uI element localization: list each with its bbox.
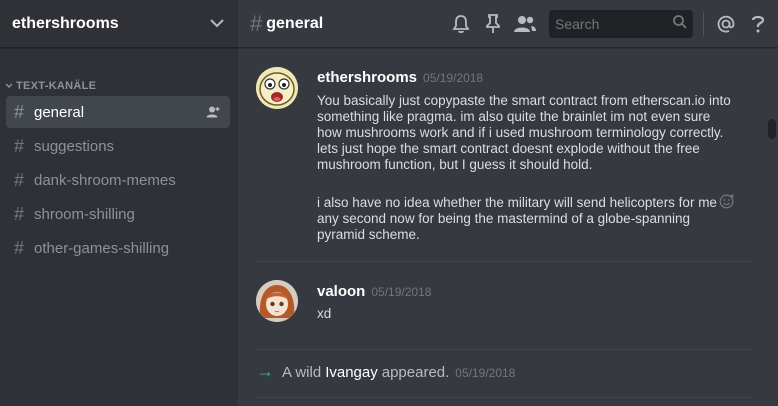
join-suffix: appeared. [381, 364, 450, 381]
message-divider [256, 261, 752, 262]
message-divider [256, 349, 752, 350]
hash-icon: # [14, 237, 25, 258]
join-prefix: A wild [282, 364, 322, 381]
channel-item-suggestions[interactable]: # suggestions [6, 130, 230, 162]
search-input[interactable] [555, 16, 673, 32]
channel-sidebar: ethershrooms TEXT-KANÄLE # general # sug… [0, 0, 238, 406]
chevron-down-icon[interactable] [208, 15, 226, 33]
channel-header: # general [238, 0, 778, 48]
mentions-icon[interactable] [714, 12, 738, 36]
add-reaction-icon[interactable] [719, 193, 735, 209]
pin-icon[interactable] [481, 12, 505, 36]
channel-label: dank-shroom-memes [34, 171, 176, 189]
hash-icon: # [14, 203, 25, 224]
create-invite-icon[interactable] [204, 103, 222, 121]
header-hash-icon: # [250, 10, 263, 36]
message-text: You basically just copypaste the smart c… [317, 93, 731, 172]
header-toolbar [449, 0, 778, 48]
avatar[interactable] [256, 67, 298, 109]
message-header: valoon 05/19/2018 [317, 283, 431, 300]
message-text: xd [317, 306, 332, 321]
notification-bell-icon[interactable] [449, 12, 473, 36]
channel-label: suggestions [34, 137, 115, 155]
join-arrow-icon: → [256, 361, 274, 381]
search-icon [673, 14, 687, 34]
toolbar-divider [703, 12, 704, 36]
hash-icon: # [14, 169, 25, 190]
message-divider [256, 397, 752, 398]
channel-category[interactable]: TEXT-KANÄLE [0, 78, 238, 94]
channel-item-dank-shroom-memes[interactable]: # dank-shroom-memes [6, 164, 230, 196]
scrollbar-track[interactable] [766, 49, 778, 406]
scrollbar-thumb[interactable] [768, 119, 776, 139]
channel-item-shroom-shilling[interactable]: # shroom-shilling [6, 198, 230, 230]
message-author[interactable]: valoon [317, 283, 365, 300]
join-username[interactable]: Ivangay [325, 364, 378, 381]
category-label: TEXT-KANÄLE [16, 80, 97, 92]
channel-label: general [34, 103, 85, 121]
message-list[interactable]: ethershrooms 05/19/2018 You basically ju… [238, 49, 766, 406]
avatar[interactable] [256, 280, 298, 322]
channel-item-general[interactable]: # general [6, 96, 230, 128]
message-text: i also have no idea whether the military… [317, 195, 717, 242]
member-list-icon[interactable] [513, 12, 537, 36]
message-timestamp: 05/19/2018 [371, 285, 432, 299]
channel-title: general [266, 14, 324, 32]
guild-header[interactable]: ethershrooms [0, 0, 238, 48]
help-icon[interactable] [746, 12, 770, 36]
hash-icon: # [14, 101, 25, 122]
message-timestamp: 05/19/2018 [423, 71, 484, 85]
message-timestamp: 05/19/2018 [455, 366, 516, 380]
hash-icon: # [14, 135, 25, 156]
guild-name: ethershrooms [12, 14, 119, 32]
channel-item-other-games-shilling[interactable]: # other-games-shilling [6, 232, 230, 264]
channel-label: other-games-shilling [34, 239, 170, 257]
search-box[interactable] [549, 10, 693, 38]
channel-list: # general # suggestions # dank-shroom-me… [0, 96, 238, 264]
message-header: ethershrooms 05/19/2018 [317, 69, 483, 86]
message-author[interactable]: ethershrooms [317, 69, 417, 86]
category-chevron-icon [4, 81, 14, 91]
system-join-message: → A wild Ivangay appeared. 05/19/2018 [256, 361, 515, 382]
channel-label: shroom-shilling [34, 205, 135, 223]
